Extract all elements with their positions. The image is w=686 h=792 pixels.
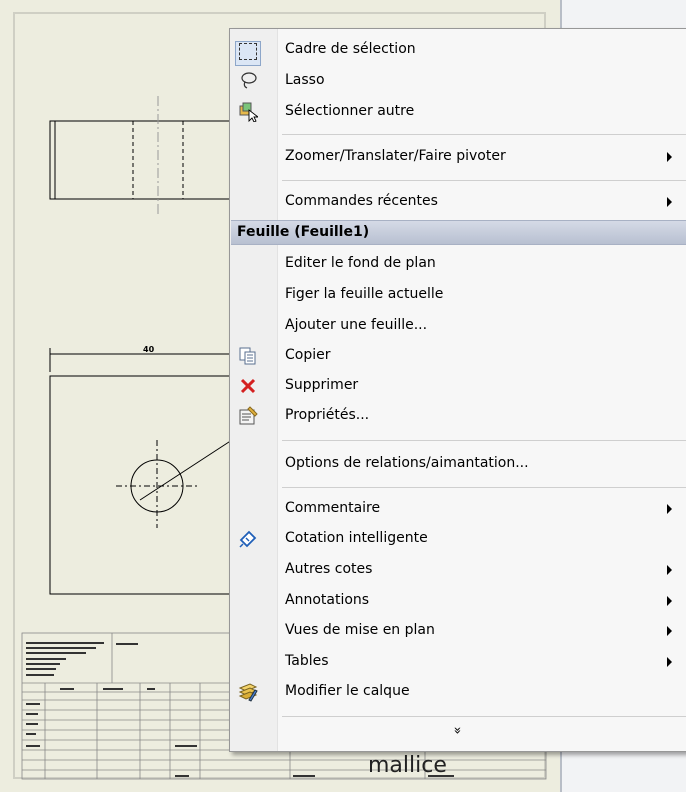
submenu-arrow-icon [667, 565, 672, 575]
lasso-icon [241, 72, 257, 89]
menu-item-drawing-views[interactable]: Vues de mise en plan [230, 616, 686, 646]
submenu-arrow-icon [667, 657, 672, 667]
dimension-value: 40 [143, 345, 155, 354]
submenu-arrow-icon [667, 504, 672, 514]
menu-item-comment[interactable]: Commentaire [230, 494, 686, 524]
section-header-label: Feuille (Feuille1) [237, 224, 370, 240]
menu-item-label: Annotations [285, 592, 370, 608]
smart-dimension-icon [239, 530, 257, 548]
menu-item-label: Zoomer/Translater/Faire pivoter [285, 148, 506, 164]
selection-box-icon [239, 43, 257, 60]
menu-item-annotations[interactable]: Annotations [230, 586, 686, 616]
expand-menu-chevron-icon[interactable]: » [449, 723, 464, 738]
front-view [49, 375, 241, 595]
menu-item-change-layer[interactable]: Modifier le calque [230, 677, 686, 707]
menu-item-tables[interactable]: Tables [230, 647, 686, 677]
menu-item-label: Commentaire [285, 500, 381, 516]
menu-separator [282, 180, 686, 181]
top-view [49, 96, 241, 215]
menu-item-label: Cotation intelligente [285, 530, 428, 546]
menu-item-label: Figer la feuille actuelle [285, 286, 444, 302]
submenu-arrow-icon [667, 626, 672, 636]
menu-item-edit-sheet-format[interactable]: Editer le fond de plan [230, 249, 686, 279]
menu-item-label: Options de relations/aimantation... [285, 455, 529, 471]
watermark-text: mallice [368, 753, 447, 778]
submenu-arrow-icon [667, 152, 672, 162]
menu-item-copy[interactable]: Copier [230, 341, 686, 371]
menu-item-label: Vues de mise en plan [285, 622, 435, 638]
menu-item-lock-sheet[interactable]: Figer la feuille actuelle [230, 280, 686, 310]
expand-glyph: » [449, 726, 465, 735]
menu-item-label: Commandes récentes [285, 193, 438, 209]
menu-item-label: Cadre de sélection [285, 41, 416, 57]
delete-icon [240, 378, 256, 394]
menu-item-select-other[interactable]: Sélectionner autre [230, 97, 686, 127]
menu-item-label: Editer le fond de plan [285, 255, 436, 271]
menu-separator [282, 134, 686, 135]
menu-item-label: Copier [285, 347, 331, 363]
menu-item-other-dimensions[interactable]: Autres cotes [230, 555, 686, 585]
context-menu: Cadre de sélection Lasso Sélectionner au… [229, 28, 686, 752]
section-header-sheet: Feuille (Feuille1) [231, 220, 686, 245]
menu-item-label: Modifier le calque [285, 683, 410, 699]
menu-item-label: Ajouter une feuille... [285, 317, 428, 333]
copy-icon [239, 347, 256, 365]
properties-icon [239, 406, 258, 425]
submenu-arrow-icon [667, 197, 672, 207]
change-layer-icon [238, 683, 258, 702]
menu-item-add-sheet[interactable]: Ajouter une feuille... [230, 311, 686, 341]
menu-item-zoom-pan-rotate[interactable]: Zoomer/Translater/Faire pivoter [230, 142, 686, 172]
menu-item-label: Sélectionner autre [285, 103, 415, 119]
menu-separator [282, 487, 686, 488]
menu-separator [282, 716, 686, 717]
menu-item-recent-commands[interactable]: Commandes récentes [230, 187, 686, 217]
menu-item-relations-snaps[interactable]: Options de relations/aimantation... [230, 449, 686, 479]
menu-item-delete[interactable]: Supprimer [230, 371, 686, 401]
menu-item-properties[interactable]: Propriétés... [230, 401, 686, 431]
menu-item-label: Supprimer [285, 377, 359, 393]
menu-item-smart-dimension[interactable]: Cotation intelligente [230, 524, 686, 554]
menu-item-lasso[interactable]: Lasso [230, 66, 686, 96]
menu-separator [282, 440, 686, 441]
select-other-icon [239, 102, 258, 122]
menu-item-selection-box[interactable]: Cadre de sélection [230, 35, 686, 66]
menu-item-label: Autres cotes [285, 561, 373, 577]
menu-item-label: Lasso [285, 72, 325, 88]
menu-item-label: Propriétés... [285, 407, 370, 423]
submenu-arrow-icon [667, 596, 672, 606]
menu-item-label: Tables [285, 653, 329, 669]
